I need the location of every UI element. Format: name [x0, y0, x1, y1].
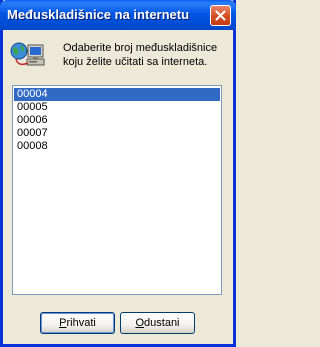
list-item[interactable]: 00007	[14, 127, 220, 140]
cancel-accelerator: O	[135, 317, 145, 329]
accept-accelerator: P	[59, 317, 67, 329]
title-bar[interactable]: Međuskladišnice na internetu	[0, 0, 236, 30]
instruction-line-1: Odaberite broj međuskladišnice	[63, 42, 218, 54]
accept-button[interactable]: Prihvati	[40, 312, 115, 334]
list-item[interactable]: 00004	[14, 88, 220, 101]
computer-network-icon	[10, 42, 45, 66]
instruction-text: Odaberite broj međuskladišnice koju želi…	[63, 41, 228, 69]
document-listbox[interactable]: 00004 00005 00006 00007 00008	[12, 85, 222, 295]
list-item[interactable]: 00005	[14, 101, 220, 114]
accept-label: rihvati	[66, 317, 96, 329]
window-title: Međuskladišnice na internetu	[7, 7, 190, 22]
close-icon	[215, 10, 226, 21]
cancel-label: dustani	[144, 317, 180, 329]
list-item[interactable]: 00008	[14, 140, 220, 153]
close-button[interactable]	[210, 5, 231, 26]
cancel-button[interactable]: Odustani	[120, 312, 195, 334]
list-item[interactable]: 00006	[14, 114, 220, 127]
instruction-line-2: koju želite učitati sa interneta.	[63, 56, 208, 68]
